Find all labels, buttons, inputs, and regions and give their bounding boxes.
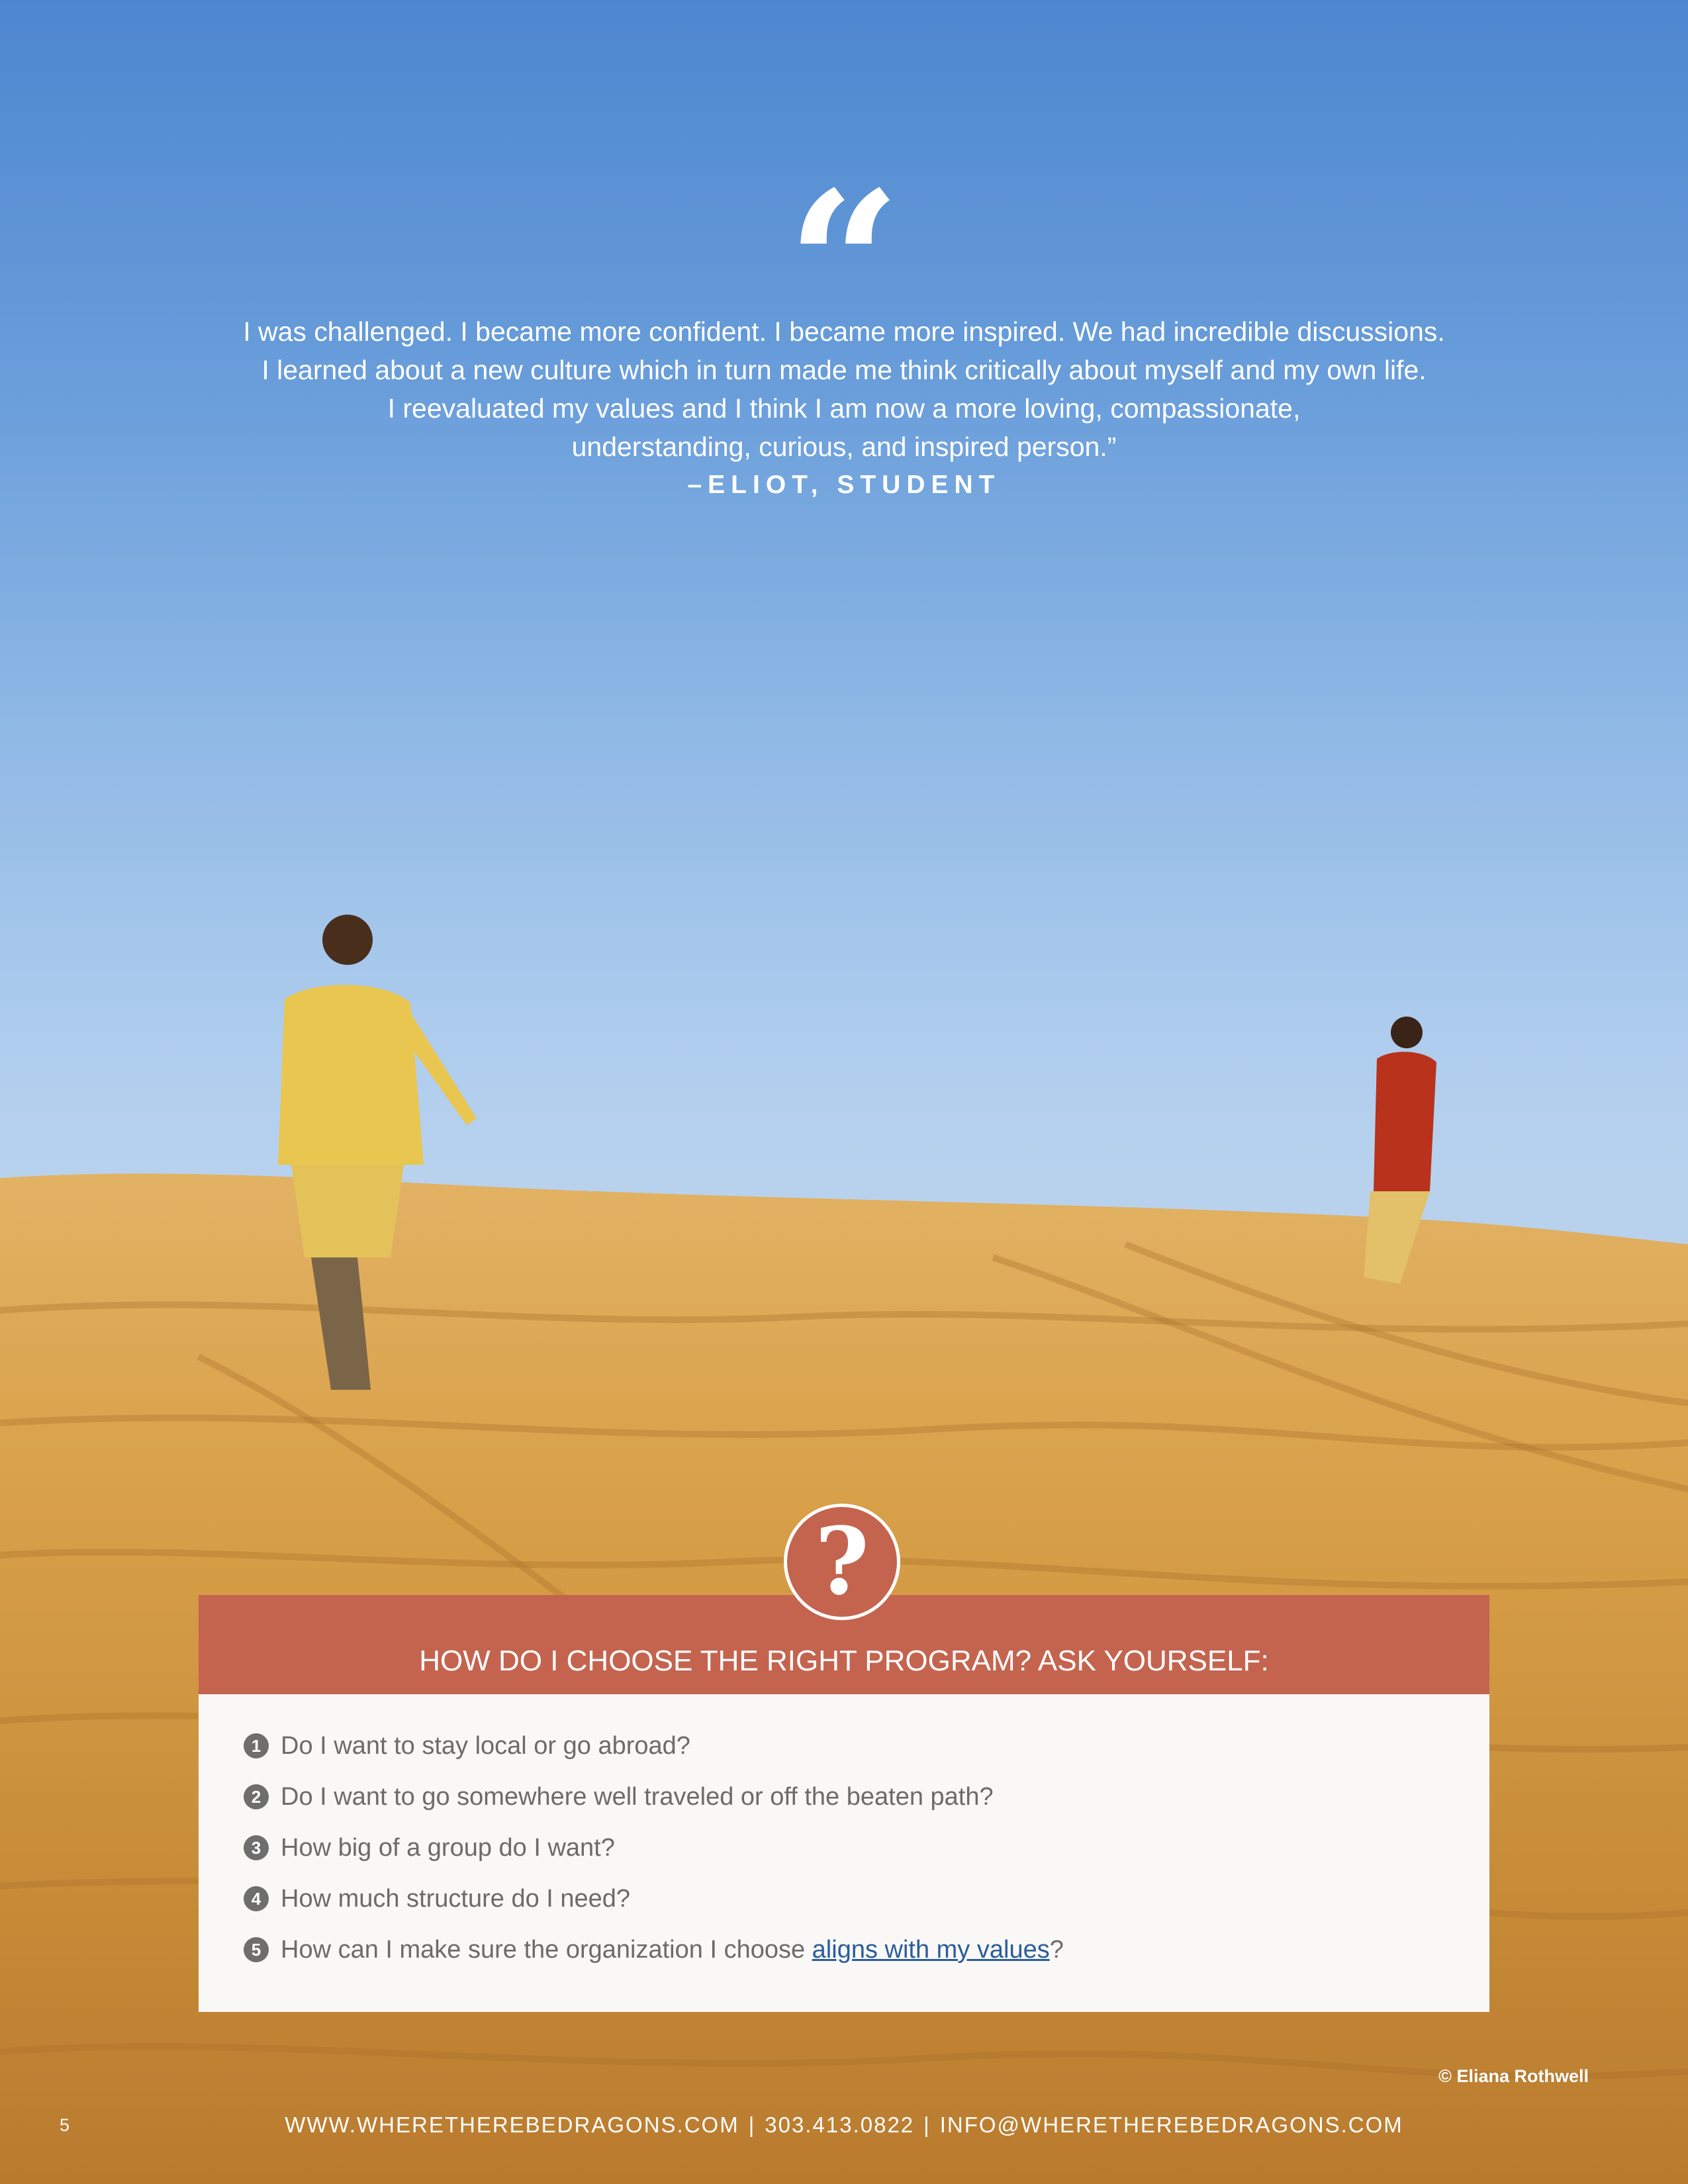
page: “ I was challenged. I became more confid… bbox=[0, 0, 1688, 2184]
question-text: How much structure do I need? bbox=[281, 1884, 631, 1913]
number-badge: 3 bbox=[244, 1835, 269, 1860]
list-item: 2 Do I want to go somewhere well travele… bbox=[244, 1777, 994, 1817]
question-text: Do I want to stay local or go abroad? bbox=[281, 1731, 690, 1760]
number-badge: 1 bbox=[244, 1733, 269, 1758]
quote-line: understanding, curious, and inspired per… bbox=[571, 432, 1117, 462]
quote-line: I reevaluated my values and I think I am… bbox=[387, 393, 1301, 424]
question-list: 1 Do I want to stay local or go abroad? … bbox=[199, 1694, 1489, 2012]
values-link[interactable]: aligns with my values bbox=[812, 1936, 1050, 1964]
phone-number[interactable]: 303.413.0822 bbox=[765, 2113, 914, 2137]
quotation-mark-icon: “ bbox=[786, 148, 902, 381]
separator: | bbox=[923, 2113, 931, 2137]
testimonial-quote: I was challenged. I became more confiden… bbox=[132, 312, 1556, 504]
list-item: 1 Do I want to stay local or go abroad? bbox=[244, 1726, 690, 1766]
question-text-prefix: How can I make sure the organization I c… bbox=[281, 1935, 812, 1964]
number-badge: 2 bbox=[244, 1784, 269, 1809]
photo-credit: © Eliana Rothwell bbox=[1438, 2066, 1589, 2086]
quote-line: I was challenged. I became more confiden… bbox=[243, 316, 1445, 347]
number-badge: 4 bbox=[244, 1886, 269, 1911]
list-item: 4 How much structure do I need? bbox=[244, 1879, 630, 1919]
question-text-suffix: ? bbox=[1049, 1935, 1064, 1964]
quote-attribution: –ELIOT, STUDENT bbox=[687, 471, 1001, 499]
quote-line: I learned about a new culture which in t… bbox=[261, 355, 1427, 385]
question-text: How can I make sure the organization I c… bbox=[281, 1936, 1064, 1964]
question-text: How big of a group do I want? bbox=[281, 1833, 615, 1862]
list-item: 5 How can I make sure the organization I… bbox=[244, 1930, 1064, 1970]
separator: | bbox=[748, 2113, 756, 2137]
email-link[interactable]: INFO@WHERETHEREBEDRAGONS.COM bbox=[940, 2113, 1403, 2137]
number-badge: 5 bbox=[244, 1937, 269, 1962]
list-item: 3 How big of a group do I want? bbox=[244, 1828, 615, 1868]
question-mark-icon: ? bbox=[784, 1504, 900, 1620]
question-text: Do I want to go somewhere well traveled … bbox=[281, 1782, 994, 1811]
footer-contact: WWW.WHERETHEREBEDRAGONS.COM | 303.413.0822… bbox=[0, 2113, 1688, 2138]
question-box-title: HOW DO I CHOOSE THE RIGHT PROGRAM? ASK Y… bbox=[419, 1645, 1269, 1677]
website-link[interactable]: WWW.WHERETHEREBEDRAGONS.COM bbox=[285, 2113, 739, 2137]
